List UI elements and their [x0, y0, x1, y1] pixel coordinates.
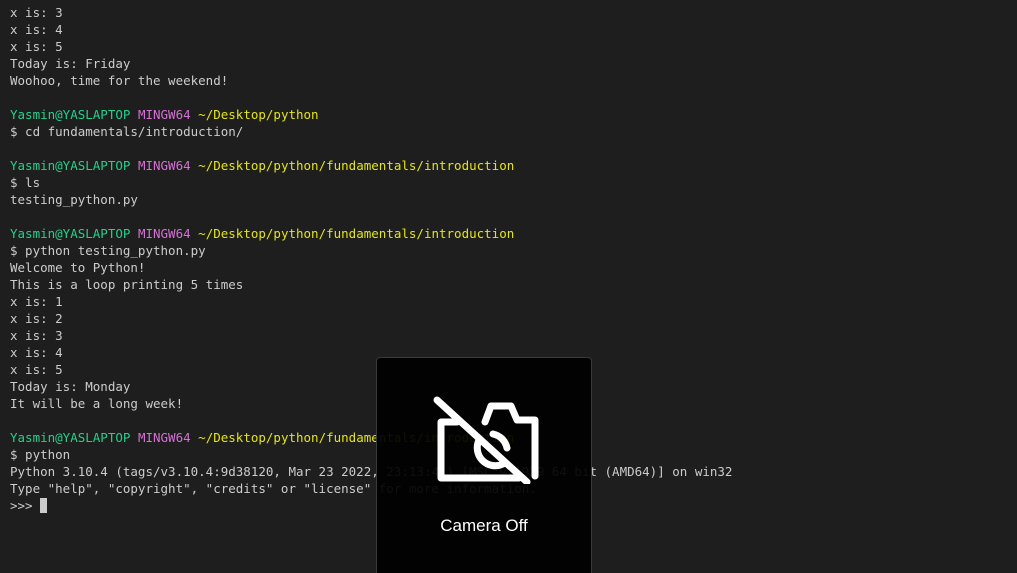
command-line: $ python testing_python.py — [10, 243, 206, 258]
prompt-system: MINGW64 — [137, 107, 191, 122]
output-line: Today is: Friday — [10, 56, 131, 71]
output-line: This is a loop printing 5 times — [10, 277, 244, 292]
prompt-line: Yasmin@YASLAPTOP MINGW64 ~/Desktop/pytho… — [10, 106, 732, 123]
output-line: testing_python.py — [10, 192, 138, 207]
prompt-line: Yasmin@YASLAPTOP MINGW64 ~/Desktop/pytho… — [10, 429, 732, 446]
camera-off-label: Camera Off — [440, 516, 528, 535]
output-line: It will be a long week! — [10, 396, 184, 411]
prompt-path: ~/Desktop/python — [198, 107, 319, 122]
output-line: x is: 1 — [10, 294, 63, 309]
terminal-window[interactable]: x is: 3 x is: 4 x is: 5 Today is: Friday Woo… — [0, 0, 1017, 573]
prompt-system: MINGW64 — [137, 158, 191, 173]
command-line: $ cd fundamentals/introduction/ — [10, 124, 244, 139]
python-input-line[interactable]: >>> — [10, 497, 732, 514]
output-line: x is: 3 — [10, 328, 63, 343]
output-line: Type "help", "copyright", "credits" or "… — [10, 481, 537, 496]
output-line: x is: 4 — [10, 22, 63, 37]
command-line: $ python — [10, 447, 71, 462]
prompt-user: Yasmin@YASLAPTOP — [10, 107, 131, 122]
prompt-line: Yasmin@YASLAPTOP MINGW64 ~/Desktop/pytho… — [10, 157, 732, 174]
output-line: x is: 4 — [10, 345, 63, 360]
output-line: x is: 3 — [10, 5, 63, 20]
camera-off-overlay: Camera Off — [376, 357, 592, 573]
output-line: Today is: Monday — [10, 379, 131, 394]
prompt-system: MINGW64 — [137, 430, 191, 445]
output-line: Welcome to Python! — [10, 260, 146, 275]
prompt-path: ~/Desktop/python/fundamentals/introducti… — [198, 226, 515, 241]
camera-off-icon — [433, 396, 539, 484]
prompt-system: MINGW64 — [137, 226, 191, 241]
prompt-line: Yasmin@YASLAPTOP MINGW64 ~/Desktop/pytho… — [10, 225, 732, 242]
python-prompt: >>> — [10, 498, 41, 513]
command-line: $ ls — [10, 175, 41, 190]
prompt-path: ~/Desktop/python/fundamentals/introducti… — [198, 158, 515, 173]
terminal-output: x is: 3 x is: 4 x is: 5 Today is: Friday Woo… — [10, 4, 732, 514]
prompt-user: Yasmin@YASLAPTOP — [10, 430, 131, 445]
output-line: x is: 2 — [10, 311, 63, 326]
output-line: x is: 5 — [10, 39, 63, 54]
prompt-user: Yasmin@YASLAPTOP — [10, 226, 131, 241]
prompt-user: Yasmin@YASLAPTOP — [10, 158, 131, 173]
text-cursor — [40, 498, 48, 513]
output-line: Woohoo, time for the weekend! — [10, 73, 229, 88]
output-line: x is: 5 — [10, 362, 63, 377]
output-line: Python 3.10.4 (tags/v3.10.4:9d38120, Mar… — [10, 464, 733, 479]
